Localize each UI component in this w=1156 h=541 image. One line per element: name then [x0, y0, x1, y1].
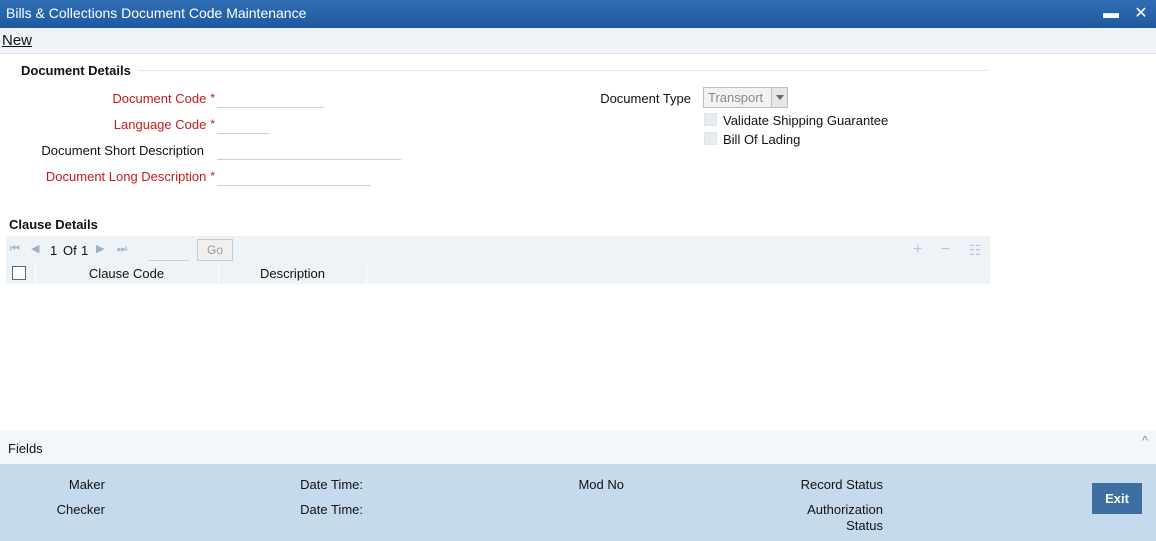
- validate-shipping-guarantee-label: Validate Shipping Guarantee: [723, 113, 889, 128]
- clause-details-heading: Clause Details: [9, 217, 98, 232]
- long-description-input[interactable]: [217, 166, 371, 186]
- document-code-label: Document Code *: [112, 91, 215, 106]
- checker-label: Checker: [56, 502, 105, 517]
- first-page-icon[interactable]: ⏮: [10, 243, 22, 255]
- page-total: 1: [81, 243, 89, 258]
- minimize-icon[interactable]: ▬: [1101, 4, 1121, 24]
- next-page-icon[interactable]: ▶: [96, 243, 108, 255]
- chevron-up-icon[interactable]: ^: [1142, 433, 1148, 448]
- short-description-label: Document Short Description: [41, 143, 204, 158]
- section-divider: [138, 70, 988, 71]
- select-all-checkbox[interactable]: [12, 266, 26, 280]
- validate-shipping-guarantee-checkbox[interactable]: [704, 113, 717, 126]
- language-code-input[interactable]: [217, 114, 269, 134]
- fields-bar[interactable]: Fields ^: [0, 431, 1156, 464]
- new-link[interactable]: New: [2, 32, 32, 49]
- document-type-select[interactable]: Transport: [703, 87, 788, 108]
- bill-of-lading-label: Bill Of Lading: [723, 132, 801, 147]
- column-description: Description: [259, 266, 326, 281]
- clause-grid-header: Clause Code Description: [6, 264, 990, 284]
- column-separator: [218, 264, 219, 284]
- page-number-input[interactable]: [148, 240, 189, 261]
- window-title: Bills & Collections Document Code Mainte…: [6, 5, 307, 21]
- maker-date-time-label: Date Time:: [300, 477, 363, 492]
- mod-no-label: Mod No: [578, 477, 624, 492]
- close-icon[interactable]: ✕: [1131, 4, 1151, 24]
- language-code-label: Language Code *: [113, 117, 215, 132]
- delete-row-icon[interactable]: −: [941, 242, 950, 258]
- checker-date-time-label: Date Time:: [300, 502, 363, 517]
- column-clause-code: Clause Code: [88, 266, 165, 281]
- column-separator: [366, 264, 367, 284]
- long-description-label: Document Long Description *: [45, 169, 215, 184]
- add-row-icon[interactable]: +: [913, 242, 922, 258]
- single-view-icon[interactable]: ☷: [969, 243, 982, 257]
- audit-footer: [0, 464, 1156, 541]
- page-of-label: Of: [63, 243, 77, 258]
- bill-of-lading-checkbox[interactable]: [704, 132, 717, 145]
- previous-page-icon[interactable]: ◀: [31, 243, 43, 255]
- title-bar: Bills & Collections Document Code Mainte…: [0, 0, 1156, 28]
- document-type-label: Document Type: [600, 91, 691, 106]
- required-marker: *: [210, 117, 215, 131]
- document-details-heading: Document Details: [21, 63, 131, 78]
- page-current: 1: [50, 243, 58, 258]
- chevron-down-icon: [771, 88, 787, 107]
- record-status-label: Record Status: [800, 477, 883, 492]
- document-type-value: Transport: [708, 90, 764, 105]
- go-button[interactable]: Go: [197, 239, 233, 261]
- exit-button[interactable]: Exit: [1092, 483, 1142, 514]
- required-marker: *: [210, 169, 215, 183]
- maker-label: Maker: [68, 477, 105, 492]
- required-marker: *: [210, 91, 215, 105]
- toolbar: New: [0, 28, 1156, 54]
- authorization-status-label: Status: [846, 518, 883, 533]
- fields-label: Fields: [8, 441, 43, 456]
- column-separator: [35, 264, 36, 284]
- authorization-label: Authorization: [807, 502, 883, 517]
- short-description-input[interactable]: [217, 140, 401, 160]
- last-page-icon[interactable]: ⏭: [117, 243, 129, 255]
- document-code-input[interactable]: [217, 88, 324, 108]
